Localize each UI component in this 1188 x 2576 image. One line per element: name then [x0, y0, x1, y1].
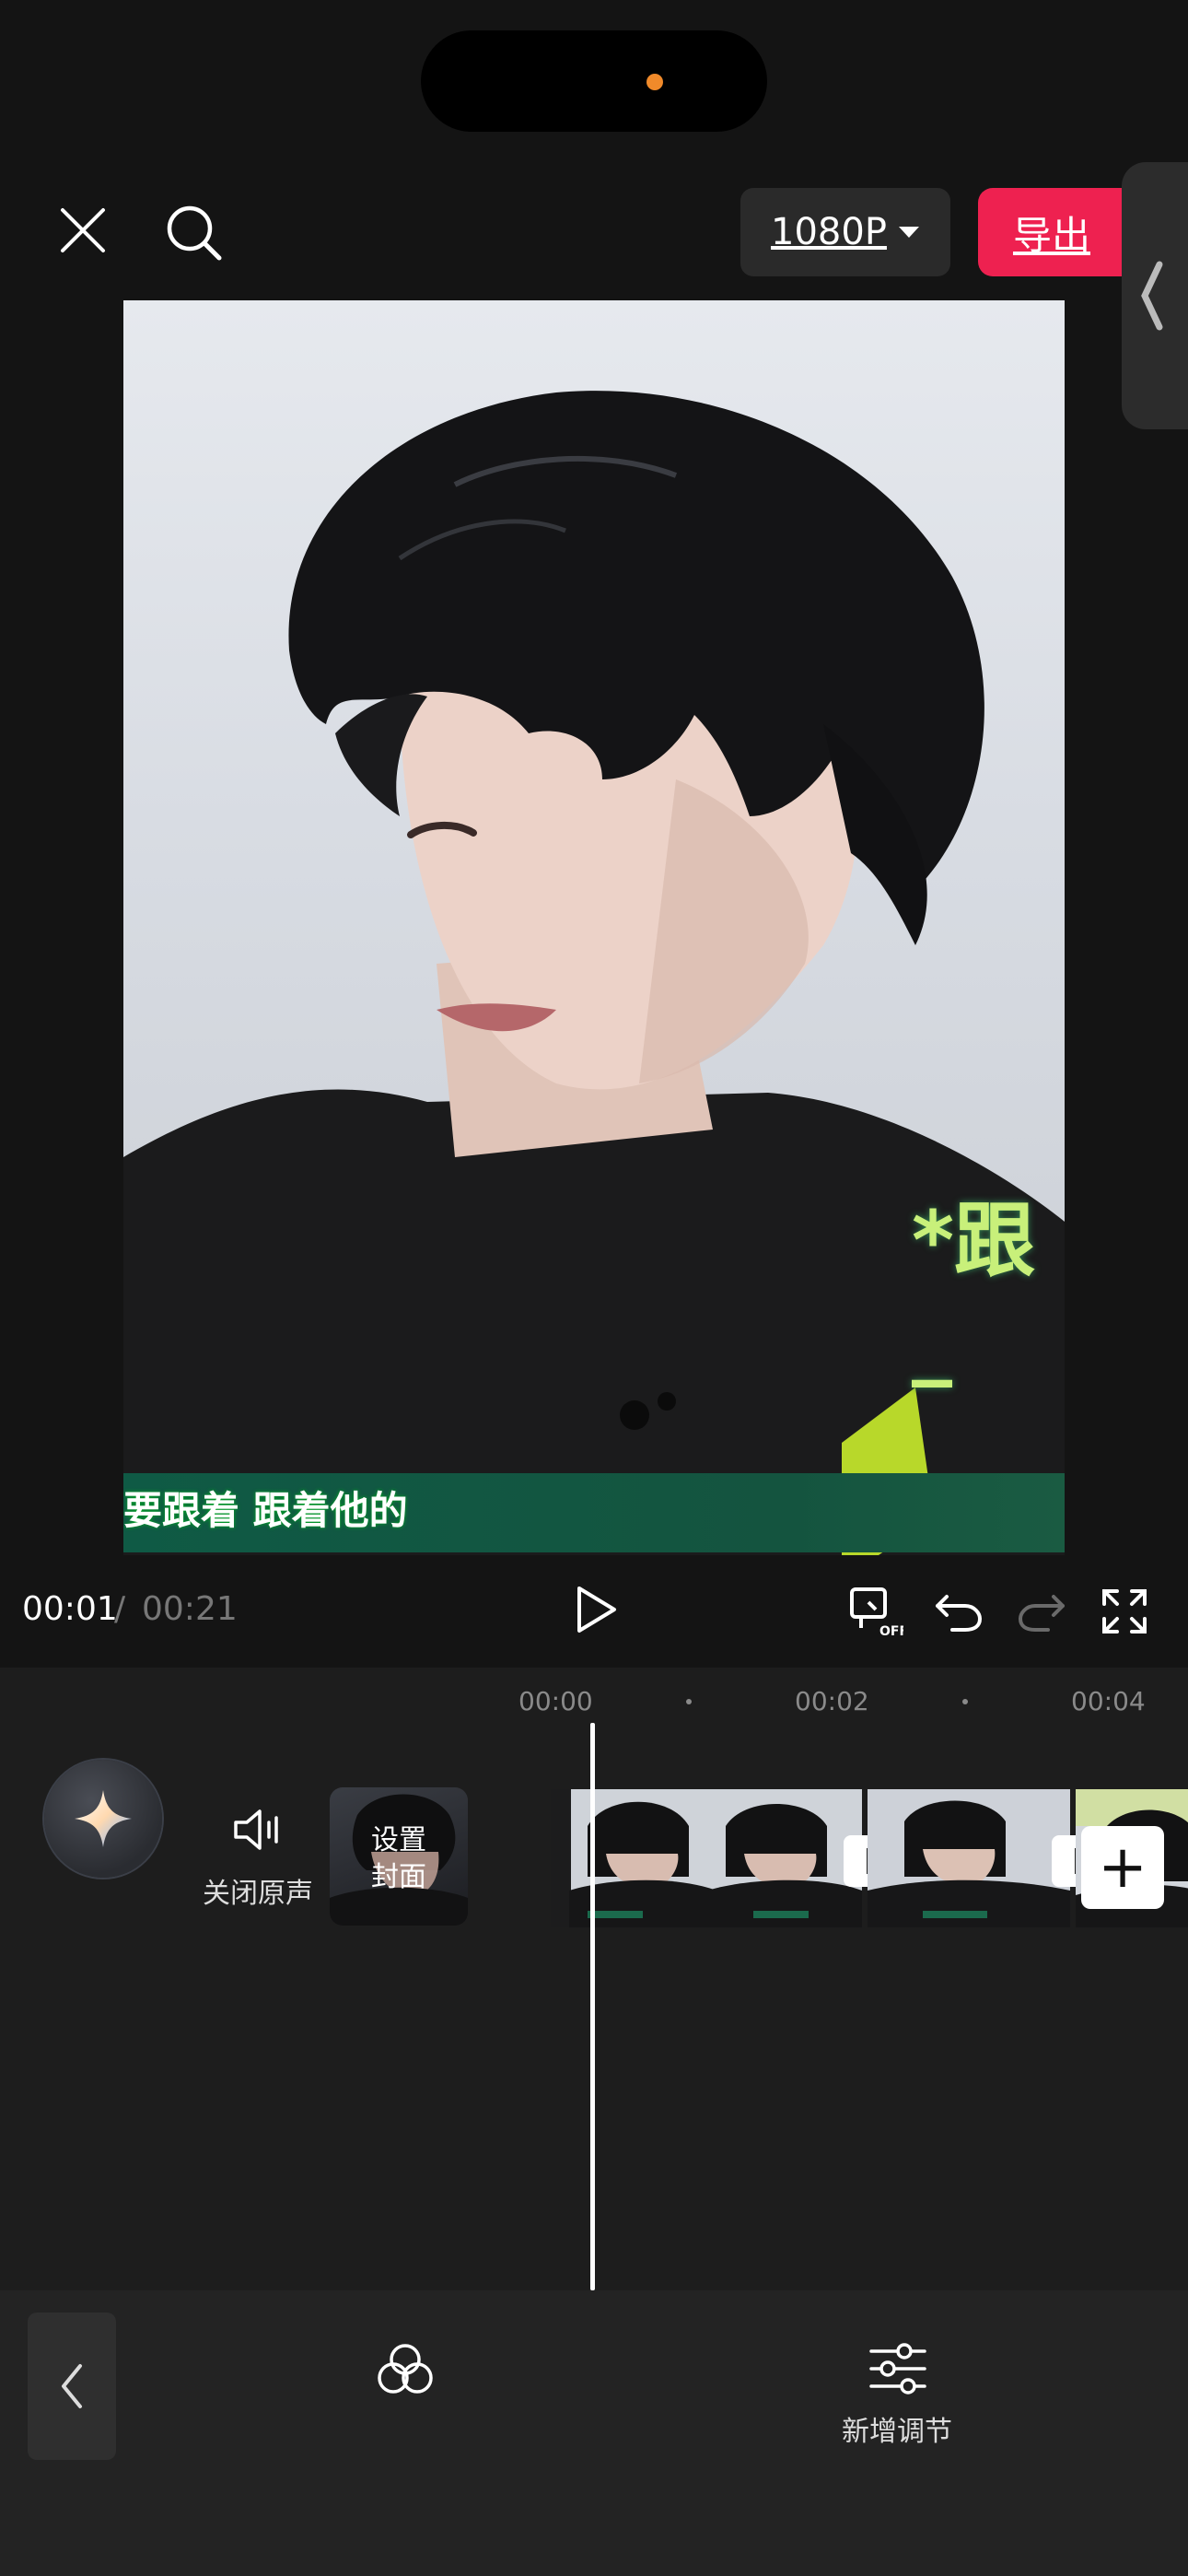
- add-clip-button[interactable]: +: [1081, 1826, 1164, 1909]
- sliders-icon: [869, 2343, 926, 2395]
- set-cover-button[interactable]: 设置 封面: [330, 1787, 468, 1926]
- close-button[interactable]: [46, 193, 120, 267]
- filter-icon: [378, 2344, 433, 2394]
- video-clip[interactable]: [868, 1789, 1070, 1927]
- ruler-label: 00:02: [795, 1686, 869, 1716]
- resolution-label: 1080P: [771, 211, 887, 253]
- mute-original-button[interactable]: [232, 1804, 284, 1856]
- redo-icon: [1019, 1595, 1065, 1632]
- dynamic-island: [421, 30, 767, 132]
- video-clip[interactable]: [551, 1789, 862, 1927]
- undo-icon: [936, 1595, 982, 1632]
- subtitle-text: 要跟着 跟着他的: [123, 1488, 408, 1533]
- close-icon: [61, 208, 105, 252]
- export-button[interactable]: 导出: [978, 188, 1125, 276]
- speaker-icon: [234, 1809, 278, 1850]
- set-cover-label-line2: 封面: [371, 1861, 426, 1893]
- chevron-left-icon: [1141, 261, 1163, 331]
- toolbar-back-button[interactable]: [28, 2313, 116, 2460]
- mute-original-label[interactable]: 关闭原声: [203, 1870, 313, 1911]
- playhead[interactable]: [590, 1723, 595, 2290]
- caret-down-icon: [898, 227, 919, 238]
- status-indicator-dot: [646, 74, 663, 90]
- resolution-dropdown[interactable]: 1080P: [740, 188, 950, 276]
- overlay-caption: *跟_: [912, 1193, 1036, 1388]
- play-icon: [577, 1587, 616, 1633]
- preview-loop-toggle[interactable]: OFF: [847, 1583, 904, 1640]
- fullscreen-icon: [1102, 1589, 1147, 1633]
- play-button[interactable]: [564, 1577, 628, 1642]
- sparkle-icon: [75, 1790, 132, 1847]
- filter-button[interactable]: [372, 2336, 438, 2403]
- set-cover-label-line1: 设置: [371, 1824, 426, 1856]
- loop-off-icon: OFF: [850, 1587, 903, 1639]
- side-panel-handle[interactable]: [1122, 162, 1188, 429]
- search-button[interactable]: [155, 193, 234, 273]
- current-time: 00:01: [22, 1590, 118, 1628]
- bottom-toolbar: [0, 2290, 1188, 2576]
- ruler-dot: [962, 1699, 968, 1704]
- time-separator: /: [114, 1590, 126, 1628]
- search-icon: [167, 205, 222, 261]
- add-adjustment-label[interactable]: 新增调节: [842, 2408, 952, 2449]
- video-preview[interactable]: 要跟着 跟着他的 *跟_: [123, 300, 1065, 1555]
- fullscreen-button[interactable]: [1096, 1583, 1153, 1640]
- svg-text:OFF: OFF: [879, 1624, 903, 1639]
- set-cover-label: 设置 封面: [330, 1822, 468, 1896]
- export-label: 导出: [1012, 212, 1090, 258]
- total-time: 00:21: [142, 1590, 238, 1628]
- ruler-dot: [686, 1699, 692, 1704]
- ruler-label: 00:04: [1071, 1686, 1146, 1716]
- undo-button[interactable]: [930, 1583, 987, 1640]
- add-adjustment-button[interactable]: [866, 2336, 930, 2401]
- chevron-left-icon: [62, 2364, 82, 2408]
- ruler-label: 00:00: [518, 1686, 593, 1716]
- ai-assistant-button[interactable]: [44, 1760, 162, 1878]
- redo-button[interactable]: [1013, 1583, 1070, 1640]
